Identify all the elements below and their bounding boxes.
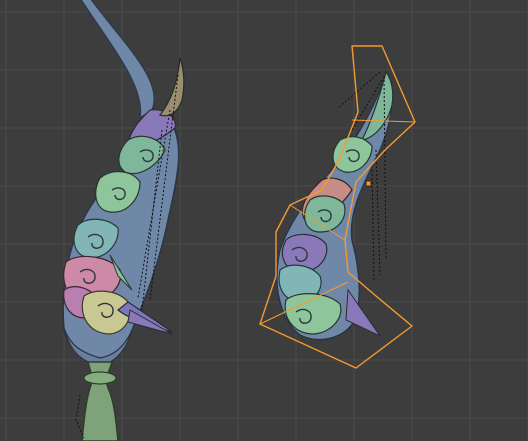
3d-viewport[interactable] [0,0,528,441]
origin-point[interactable] [365,180,372,187]
stem-ring [83,371,117,385]
spike-right [127,309,173,335]
sculpted-horn-mesh[interactable] [62,0,185,441]
floor-grid [0,0,528,441]
cage-seg-green-top [360,70,394,141]
viewport-canvas[interactable] [0,0,528,441]
cage-spike [345,288,382,338]
blue-stem [80,0,155,120]
horn-lowpoly-cage[interactable] [259,45,416,369]
